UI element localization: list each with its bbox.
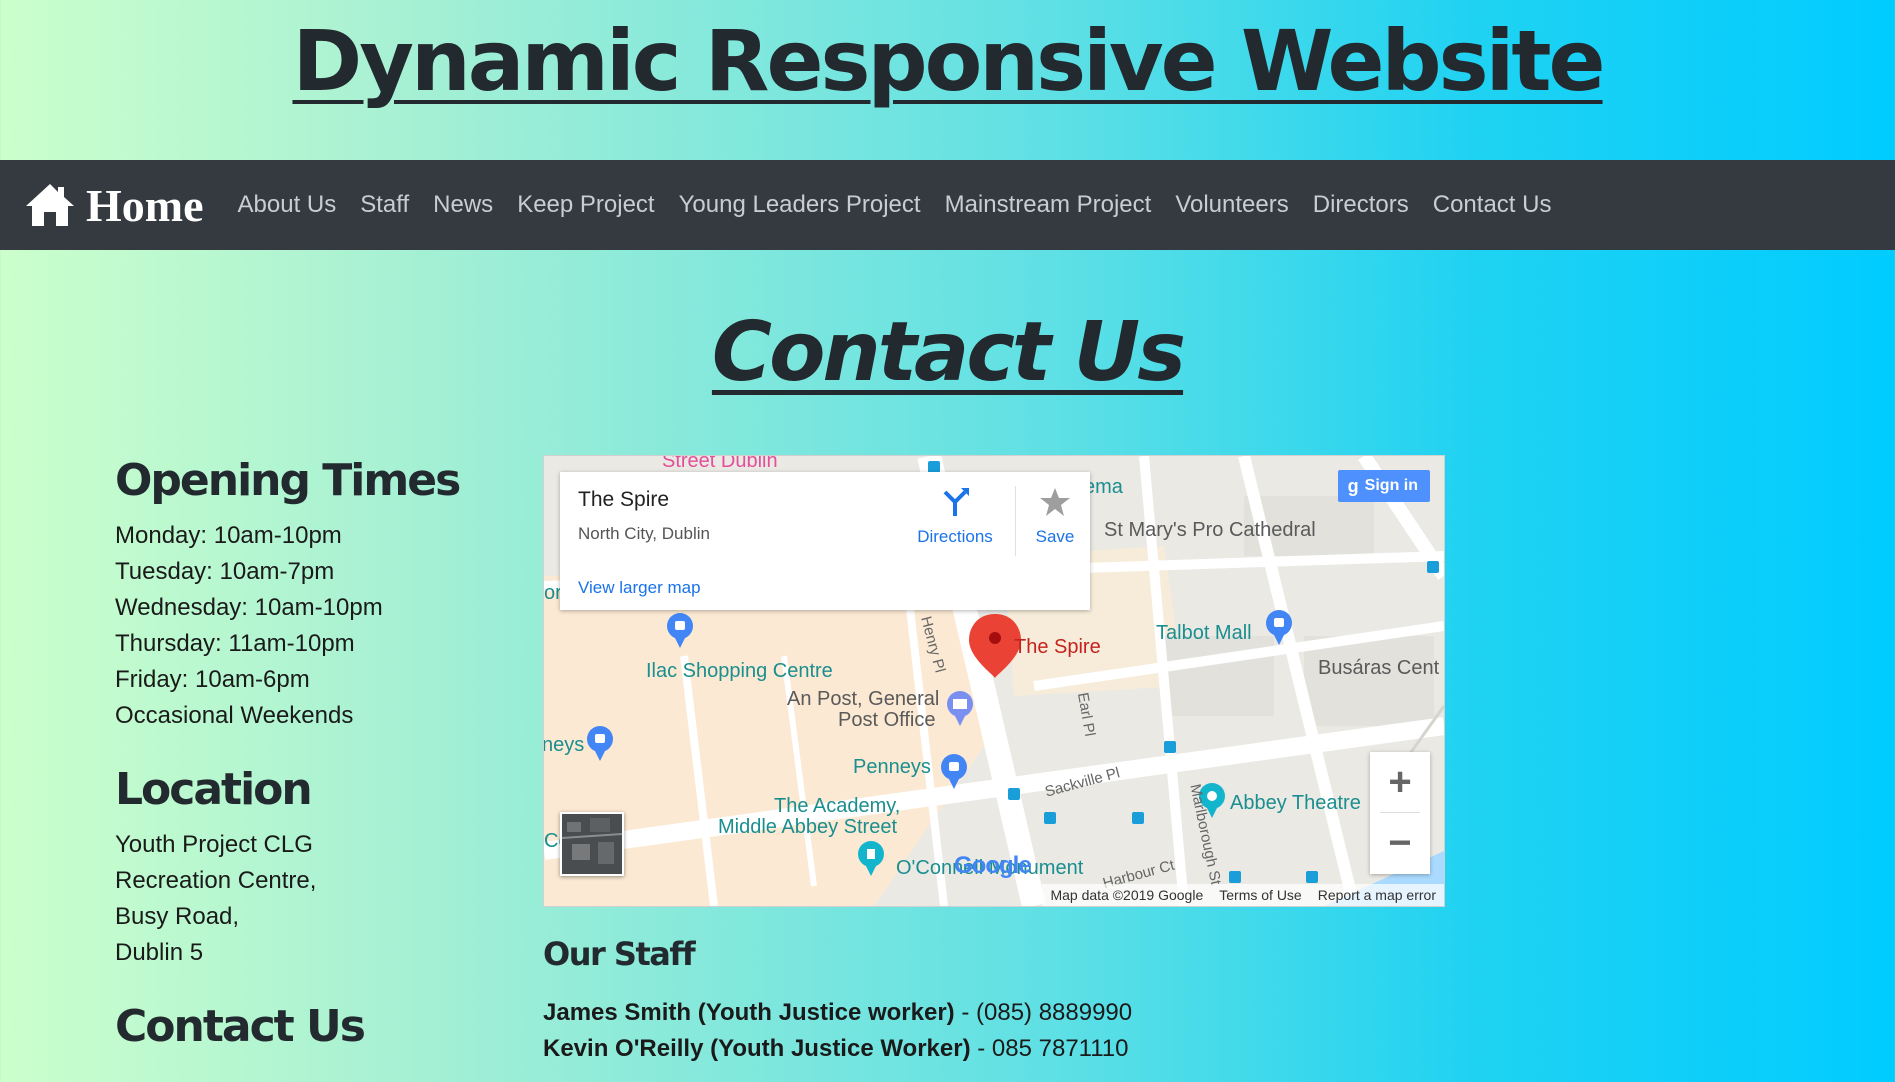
nav-young-leaders-project[interactable]: Young Leaders Project (679, 191, 921, 219)
map-label: neys (543, 734, 585, 756)
main-navbar: Home About Us Staff News Keep Project Yo… (0, 160, 1895, 250)
address-line: Recreation Centre, (115, 867, 317, 894)
map-label: Post Office (838, 709, 936, 731)
staff-row: James Smith (Youth Justice worker) - (08… (543, 995, 1443, 1031)
address-line: Dublin 5 (115, 939, 204, 966)
home-icon (26, 184, 74, 226)
staff-phone: - (085) 8889990 (954, 999, 1133, 1026)
map-label: Abbey Theatre (1230, 792, 1361, 814)
directions-button[interactable]: Directions (905, 486, 1005, 547)
satellite-toggle[interactable] (560, 812, 624, 876)
location-section: Location Youth Project CLG Recreation Ce… (115, 764, 495, 971)
directions-label: Directions (917, 527, 993, 546)
opening-times-section: Opening Times Monday: 10am-10pm Tuesday:… (115, 455, 495, 734)
save-label: Save (1035, 527, 1075, 546)
address-line: Busy Road, (115, 903, 240, 930)
map-label: Penneys (853, 756, 931, 778)
staff-name: James Smith (Youth Justice worker) (543, 999, 955, 1026)
google-logo: Google (954, 852, 1032, 880)
place-name: The Spire (578, 488, 670, 511)
site-title: Dynamic Responsive Website (292, 12, 1605, 110)
directions-icon (943, 488, 969, 516)
map-label: St Mary's Pro Cathedral (1104, 519, 1316, 541)
sidebar: Opening Times Monday: 10am-10pm Tuesday:… (115, 455, 495, 1082)
opening-line: Monday: 10am-10pm (115, 522, 342, 549)
opening-times-title: Opening Times (115, 455, 461, 506)
sign-in-button[interactable]: g Sign in (1337, 470, 1430, 502)
terms-of-use-link[interactable]: Terms of Use (1219, 887, 1301, 903)
info-divider (1015, 486, 1016, 556)
map-label: The Spire (1014, 636, 1101, 658)
map-label: Talbot Mall (1156, 622, 1252, 644)
map-label: The Academy, (774, 795, 901, 817)
nav-directors[interactable]: Directors (1313, 191, 1409, 219)
staff-row: Kevin O'Reilly (Youth Justice Worker) - … (543, 1031, 1443, 1067)
map-label: An Post, General (787, 688, 940, 710)
nav-volunteers[interactable]: Volunteers (1175, 191, 1288, 219)
nav-staff[interactable]: Staff (360, 191, 409, 219)
home-link[interactable]: Home (24, 179, 204, 232)
sign-in-label: Sign in (1364, 477, 1418, 494)
opening-line: Friday: 10am-6pm (115, 666, 310, 693)
map-label: Ilac Shopping Centre (646, 660, 833, 682)
nav-news[interactable]: News (433, 191, 493, 219)
place-info-card: The Spire North City, Dublin View larger… (560, 472, 1090, 610)
star-icon (1040, 488, 1070, 516)
map-label: Street Dublin (662, 455, 778, 472)
nav-mainstream-project[interactable]: Mainstream Project (945, 191, 1152, 219)
opening-line: Wednesday: 10am-10pm (115, 594, 383, 621)
staff-section: Our Staff James Smith (Youth Justice wor… (543, 935, 1443, 1067)
report-map-error-link[interactable]: Report a map error (1318, 887, 1436, 903)
staff-phone: - 085 7871110 (970, 1035, 1129, 1062)
nav-contact-us[interactable]: Contact Us (1433, 191, 1552, 219)
map-data-text: Map data ©2019 Google (1050, 887, 1204, 903)
zoom-controls: + − (1370, 752, 1430, 874)
place-area: North City, Dublin (578, 524, 710, 543)
contact-section: Contact Us (115, 1001, 495, 1052)
nav-keep-project[interactable]: Keep Project (517, 191, 654, 219)
zoom-out-button[interactable]: − (1370, 813, 1430, 873)
map-footer: Map data ©2019 Google Terms of Use Repor… (1042, 884, 1444, 906)
nav-about-us[interactable]: About Us (238, 191, 337, 219)
opening-line: Tuesday: 10am-7pm (115, 558, 335, 585)
google-map[interactable]: Street Dublin ema St Mary's Pro Cathedra… (543, 455, 1445, 907)
staff-name: Kevin O'Reilly (Youth Justice Worker) (543, 1035, 971, 1062)
address-line: Youth Project CLG (115, 831, 313, 858)
home-label: Home (86, 179, 204, 231)
staff-title: Our Staff (543, 935, 696, 973)
contact-title: Contact Us (115, 1001, 366, 1052)
opening-line: Occasional Weekends (115, 702, 354, 729)
save-button[interactable]: Save (1030, 486, 1080, 547)
google-g-icon: g (1347, 475, 1359, 496)
view-larger-map-link[interactable]: View larger map (578, 578, 701, 598)
location-title: Location (115, 764, 313, 815)
map-label: Middle Abbey Street (718, 816, 897, 838)
page-heading: Contact Us (711, 305, 1186, 400)
opening-line: Thursday: 11am-10pm (115, 630, 355, 657)
zoom-in-button[interactable]: + (1370, 752, 1430, 812)
satellite-thumbnail-icon (561, 814, 623, 874)
google-logo-text: Google (954, 852, 1032, 879)
map-label: Busáras Cent (1318, 657, 1440, 679)
